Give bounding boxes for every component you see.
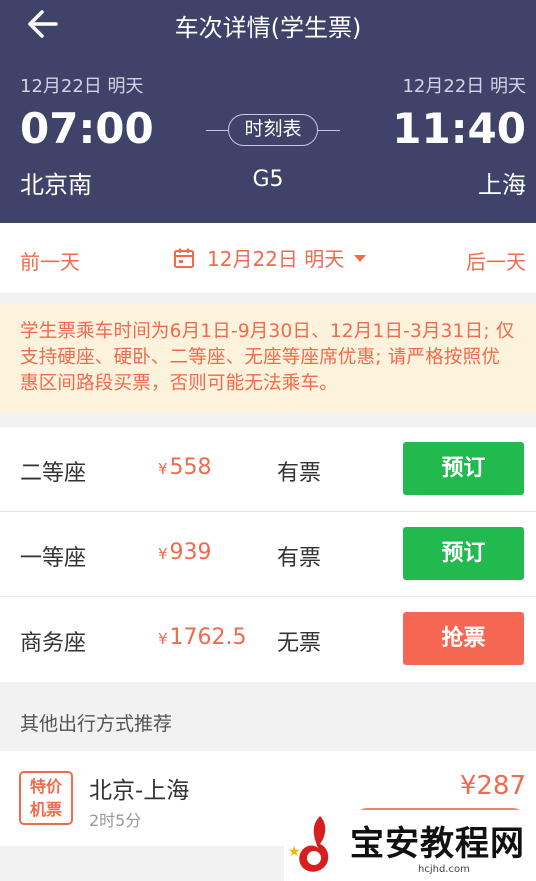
connector-line-right: [318, 130, 340, 131]
caret-down-icon: [354, 255, 367, 262]
watermark-text: 宝安教程网: [350, 824, 525, 864]
student-ticket-notice: 学生票乘车时间为6月1日-9月30日、12月1日-3月31日; 仅支持硬座、硬卧…: [0, 303, 536, 413]
seat-class: 一等座: [20, 546, 87, 571]
recommend-price: ¥287: [459, 771, 526, 801]
seat-row: 二等座 ¥558 有票 预订: [0, 427, 536, 512]
prev-day-button[interactable]: 前一天: [20, 246, 80, 275]
watermark: ★ 宝安教程网 hcjhd.com: [284, 810, 536, 881]
watermark-url: hcjhd.com: [418, 864, 470, 875]
arrive-time: 11:40: [392, 104, 526, 153]
book-button[interactable]: 预订: [403, 442, 524, 495]
yen-symbol: ¥: [158, 630, 168, 648]
train-number: G5: [252, 167, 284, 192]
recommend-duration: 2时5分: [89, 811, 142, 830]
price-value: 939: [169, 540, 212, 565]
calendar-icon: [174, 248, 194, 268]
seat-price: ¥1762.5: [158, 625, 247, 650]
next-day-button[interactable]: 后一天: [466, 246, 526, 275]
seat-class: 二等座: [20, 461, 87, 486]
badge-line: 机票: [29, 800, 62, 819]
seat-price: ¥939: [158, 540, 212, 565]
price-value: 558: [169, 455, 212, 480]
book-button[interactable]: 预订: [403, 527, 524, 580]
seat-availability: 有票: [277, 546, 322, 571]
arrive-station: 上海: [478, 171, 526, 199]
section-title: 其他出行方式推荐: [20, 713, 173, 735]
badge-line: 特价: [29, 777, 62, 796]
yen-symbol: ¥: [158, 545, 168, 563]
seat-availability: 有票: [277, 461, 322, 486]
flight-deal-badge: 特价 机票: [19, 771, 73, 825]
timetable-button[interactable]: 时刻表: [228, 114, 318, 146]
header: 车次详情(学生票) 12月22日 明天 12月22日 明天 07:00 11:4…: [0, 0, 536, 223]
connector-line-left: [206, 130, 228, 131]
seat-list: 二等座 ¥558 有票 预订 一等座 ¥939 有票 预订 商务座 ¥1762.…: [0, 427, 536, 682]
price-value: 1762.5: [169, 625, 247, 650]
recommend-route: 北京-上海: [89, 778, 190, 804]
arrive-date: 12月22日 明天: [402, 76, 526, 97]
page-title: 车次详情(学生票): [174, 14, 362, 42]
star-icon: ★: [288, 844, 301, 860]
date-bar: 前一天 12月22日 明天 后一天: [0, 223, 536, 293]
depart-date: 12月22日 明天: [20, 76, 144, 97]
grab-ticket-button[interactable]: 抢票: [403, 612, 524, 665]
date-selector[interactable]: 12月22日 明天: [173, 243, 367, 272]
seat-row: 一等座 ¥939 有票 预订: [0, 512, 536, 597]
seat-availability: 无票: [277, 631, 322, 656]
yen-symbol: ¥: [158, 460, 168, 478]
seat-price: ¥558: [158, 455, 212, 480]
seat-class: 商务座: [20, 631, 87, 656]
current-date: 12月22日 明天: [207, 247, 345, 271]
depart-time: 07:00: [20, 104, 154, 153]
seat-row: 商务座 ¥1762.5 无票 抢票: [0, 597, 536, 682]
